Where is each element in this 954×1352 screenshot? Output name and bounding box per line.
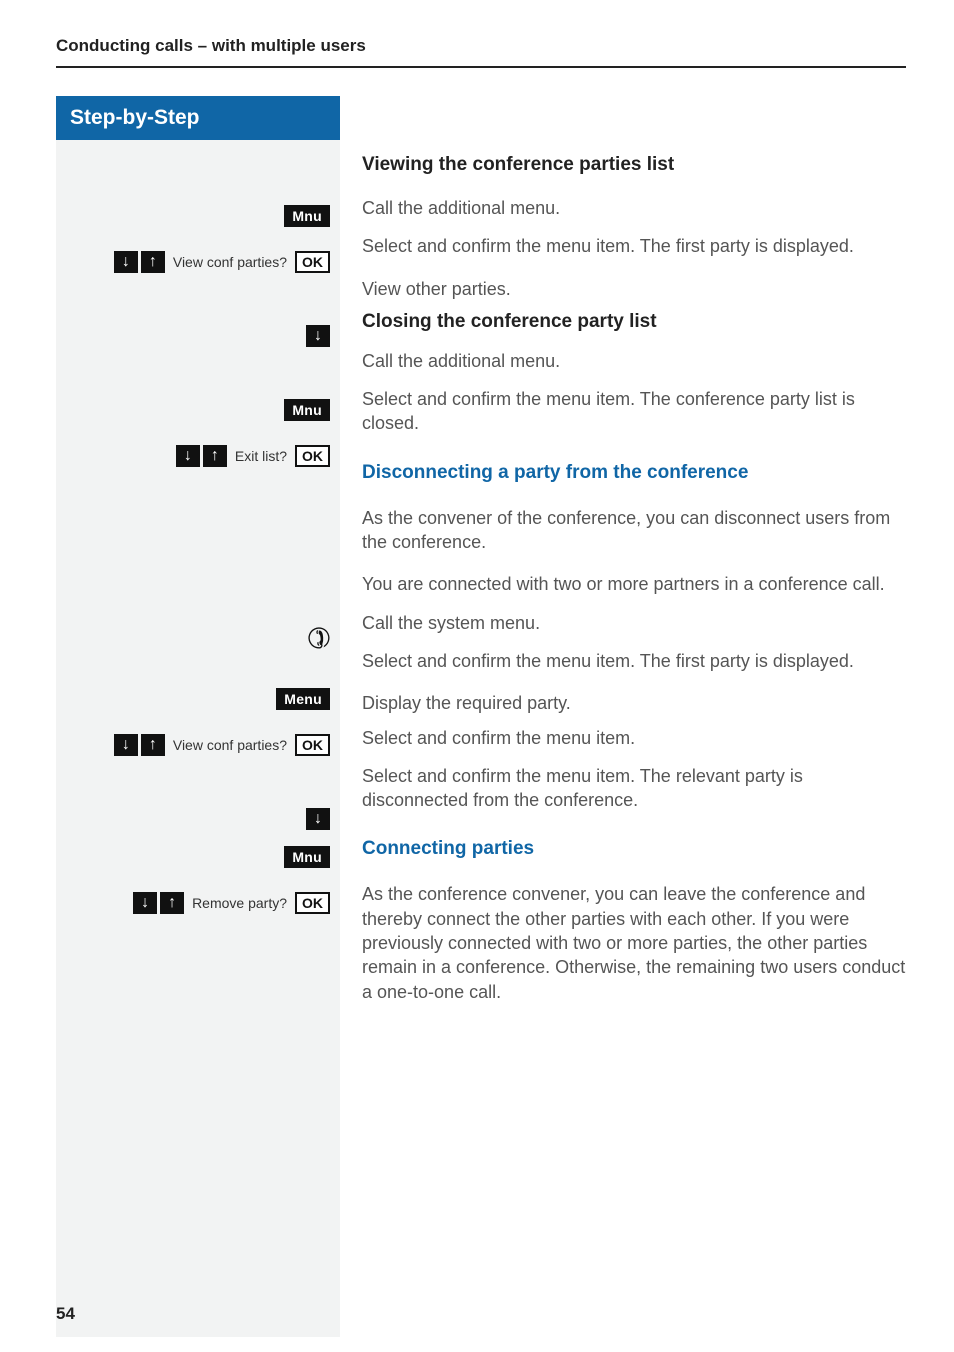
menu-item-label: View conf parties? — [173, 737, 287, 753]
body-text: As the convener of the conference, you c… — [362, 506, 906, 555]
step-mnu: Mnu — [66, 396, 330, 424]
arrow-down-icon: ↓ — [133, 892, 157, 914]
menu-item-label: Exit list? — [235, 448, 287, 464]
body-text: Select and confirm the menu item. The re… — [362, 764, 906, 813]
body-text: Select and confirm the menu item. The co… — [362, 387, 906, 436]
mnu-key: Mnu — [284, 399, 330, 421]
body-text: Select and confirm the menu item. The fi… — [362, 234, 906, 258]
arrow-down-icon: ↓ — [176, 445, 200, 467]
body-text: Call the additional menu. — [362, 196, 906, 220]
body-text: Select and confirm the menu item. — [362, 726, 906, 750]
ok-key: OK — [295, 734, 330, 756]
mnu-key: Mnu — [284, 205, 330, 227]
arrow-down-icon: ↓ — [306, 325, 330, 347]
step-phone: ✆ — [66, 622, 330, 655]
manual-page: Conducting calls – with multiple users S… — [0, 0, 954, 1352]
sidebar-title: Step-by-Step — [56, 96, 340, 140]
body-text: Select and confirm the menu item. The fi… — [362, 649, 906, 673]
body-text: Display the required party. — [362, 691, 906, 715]
menu-item-label: Remove party? — [192, 895, 287, 911]
mnu-key: Mnu — [284, 846, 330, 868]
nav-arrows: ↓ ↑ — [133, 892, 184, 914]
arrow-down-icon: ↓ — [114, 734, 138, 756]
menu-key: Menu — [276, 688, 330, 710]
ok-key: OK — [295, 251, 330, 273]
text-column: Viewing the conference parties list Call… — [340, 140, 906, 1337]
section-title: Conducting calls – with multiple users — [56, 36, 906, 68]
page-number: 54 — [56, 1304, 75, 1324]
nav-arrows: ↓ ↑ — [114, 734, 165, 756]
content-columns: Mnu ↓ ↑ View conf parties? OK ↓ Mnu — [56, 140, 906, 1337]
heading-connecting: Connecting parties — [362, 838, 906, 860]
step-arrow-down-2: ↓ — [66, 805, 330, 833]
arrow-up-icon: ↑ — [141, 251, 165, 273]
body-text: You are connected with two or more partn… — [362, 572, 906, 596]
heading-disconnect: Disconnecting a party from the conferenc… — [362, 462, 906, 484]
step-view-conf: ↓ ↑ View conf parties? OK — [66, 248, 330, 276]
step-column: Mnu ↓ ↑ View conf parties? OK ↓ Mnu — [56, 140, 340, 1337]
phone-icon: ✆ — [302, 619, 335, 658]
step-mnu: Mnu — [66, 202, 330, 230]
ok-key: OK — [295, 445, 330, 467]
ok-key: OK — [295, 892, 330, 914]
menu-item-label: View conf parties? — [173, 254, 287, 270]
body-text: Call the additional menu. — [362, 349, 906, 373]
nav-arrows: ↓ ↑ — [176, 445, 227, 467]
step-exit-list: ↓ ↑ Exit list? OK — [66, 442, 330, 470]
heading-close-list: Closing the conference party list — [362, 311, 906, 333]
nav-arrows: ↓ ↑ — [114, 251, 165, 273]
step-remove-party: ↓ ↑ Remove party? OK — [66, 889, 330, 917]
body-text: Call the system menu. — [362, 611, 906, 635]
heading-view-list: Viewing the conference parties list — [362, 154, 906, 176]
body-text: As the conference convener, you can leav… — [362, 882, 906, 1003]
arrow-up-icon: ↑ — [203, 445, 227, 467]
step-menu: Menu — [66, 685, 330, 713]
step-view-conf-2: ↓ ↑ View conf parties? OK — [66, 731, 330, 759]
arrow-up-icon: ↑ — [141, 734, 165, 756]
step-arrow-down: ↓ — [66, 322, 330, 350]
body-text: View other parties. — [362, 277, 906, 301]
arrow-up-icon: ↑ — [160, 892, 184, 914]
arrow-down-icon: ↓ — [306, 808, 330, 830]
arrow-down-icon: ↓ — [114, 251, 138, 273]
step-mnu-2: Mnu — [66, 843, 330, 871]
